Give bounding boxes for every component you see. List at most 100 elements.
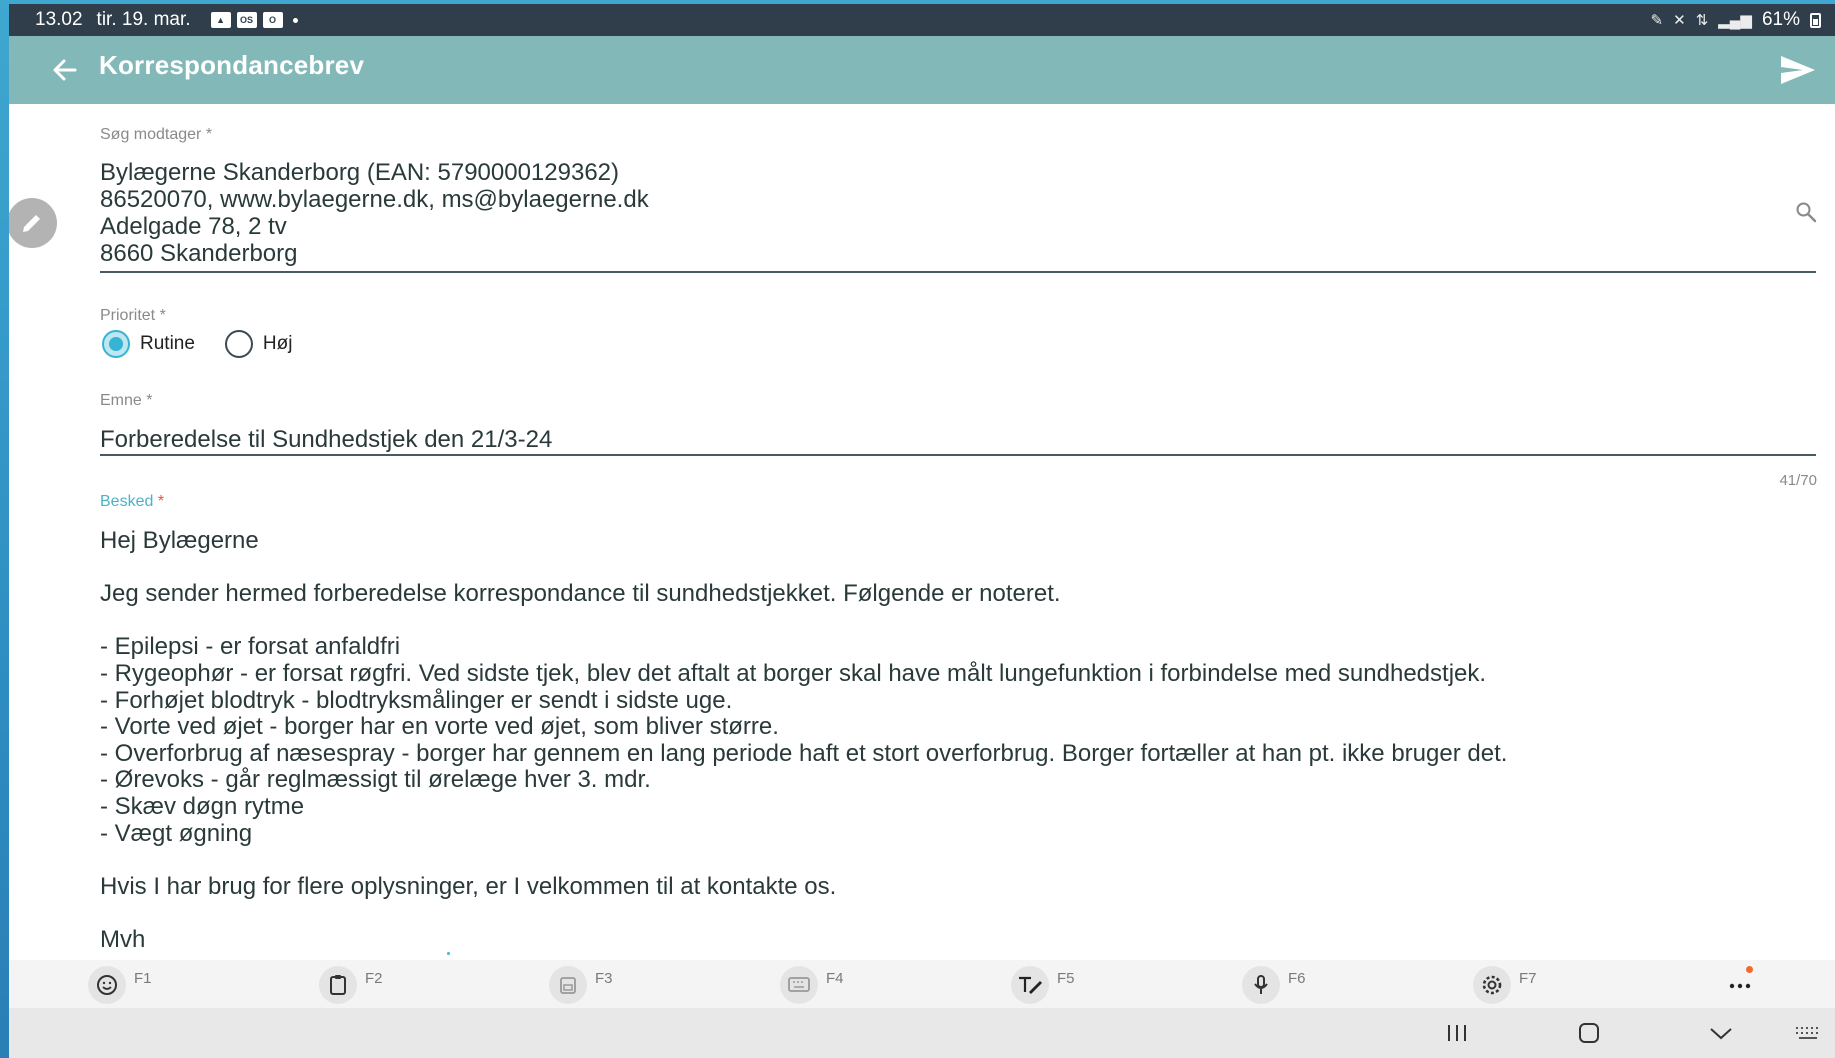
subject-underline [100,454,1816,456]
toolbar-key-label: F3 [595,970,613,987]
message-line: - Rygeophør - er forsat røgfri. Ved sids… [100,659,1487,687]
radio-label: Høj [262,333,293,354]
keyboard-toolbar: F1 F2 F3 F4 F5 F6 F7 [9,960,1835,1008]
system-nav-bar [9,1008,1835,1058]
recipient-label-text: Søg modtager [100,126,202,143]
message-textarea[interactable]: Hej Bylægerne Jeg sender hermed forbered… [100,527,1800,954]
recipient-line: 8660 Skanderborg [100,240,298,267]
pen-status-icon: ✎ [1650,12,1664,29]
battery-icon [1810,12,1821,28]
toolbar-key-label: F7 [1519,970,1537,987]
toolbar-f4-button[interactable]: F4 [780,966,844,1004]
status-time: 13.02 [35,9,83,30]
message-line [100,900,1800,927]
message-line: Jeg sender hermed forberedelse korrespon… [100,580,1061,608]
clipboard-icon [319,966,357,1004]
message-line: Hvis I har brug for flere oplysninger, e… [100,872,837,900]
recent-apps-icon [1448,1025,1466,1041]
message-line: - Ørevoks - går reglmæssigt til ørelæge … [100,766,651,794]
more-notifications-icon [292,17,298,23]
screen: 13.02 tir. 19. mar. ▲ OS O ✎ ✕ ⇅ ▂▄▆ 61%… [9,4,1835,1058]
send-button[interactable] [1773,46,1821,94]
priority-option-hoj[interactable]: Høj [224,330,293,358]
character-counter: 41/70 [1779,472,1817,489]
notification-dot [1746,966,1753,973]
home-button[interactable] [1569,1018,1609,1048]
required-marker: * [157,493,165,510]
recipient-line: 86520070, www.bylaegerne.dk, ms@bylaeger… [100,186,649,213]
required-marker: * [146,392,153,409]
status-bar: 13.02 tir. 19. mar. ▲ OS O ✎ ✕ ⇅ ▂▄▆ 61% [9,4,1835,36]
required-marker: * [159,307,166,324]
toolbar-f1-button[interactable]: F1 [88,966,152,1004]
battery-percent: 61% [1761,9,1800,30]
status-date: tir. 19. mar. [96,9,191,30]
recent-apps-button[interactable] [1437,1018,1477,1048]
recipient-line: Bylægerne Skanderborg (EAN: 579000012936… [100,159,620,186]
edit-fab[interactable] [9,198,57,248]
search-icon[interactable] [1794,200,1818,224]
toolbar-f2-button[interactable]: F2 [319,966,383,1004]
keyboard-icon [780,966,818,1004]
settings-icon [1473,966,1511,1004]
message-line [100,847,1800,874]
back-button[interactable] [43,48,87,92]
toolbar-f6-button[interactable]: F6 [1242,966,1306,1004]
signal-icon: ▂▄▆ [1718,12,1752,29]
form-content: Søg modtager * Bylægerne Skanderborg (EA… [9,104,1835,960]
send-icon [1781,56,1815,84]
toolbar-key-label: F1 [134,970,152,987]
handwriting-icon [1011,966,1049,1004]
subject-label-text: Emne [100,392,142,409]
toolbar-key-label: F4 [826,970,844,987]
toolbar-f3-button[interactable]: F3 [549,966,613,1004]
message-line: - Skæv døgn rytme [100,792,305,820]
arrow-left-icon [53,59,77,81]
5g-icon: ⇅ [1695,12,1709,29]
priority-label-text: Prioritet [100,307,156,324]
more-icon [1721,966,1759,1004]
recipient-field[interactable]: Bylægerne Skanderborg (EAN: 579000012936… [100,159,1800,267]
keyboard-switch-button[interactable] [1791,1018,1825,1048]
radio-checked-icon[interactable] [102,330,130,358]
message-line [100,608,1800,635]
chevron-down-icon [1710,1028,1732,1040]
priority-radio-group: Rutine Høj [102,330,292,358]
message-line [100,555,1800,582]
message-line: - Vorte ved øjet - borger har en vorte v… [100,713,779,741]
recipient-underline [100,271,1816,273]
toolbar-f7-button[interactable]: F7 [1473,966,1537,1004]
toolbar-key-label: F2 [365,970,383,987]
message-line: - Epilepsi - er forsat anfaldfri [100,633,401,661]
toolbar-more-button[interactable] [1721,966,1759,1004]
radio-unchecked-icon[interactable] [224,330,253,358]
toolbar-f5-button[interactable]: F5 [1011,966,1075,1004]
message-line: Mvh [100,925,146,953]
priority-option-rutine[interactable]: Rutine [102,330,195,358]
home-icon [1579,1023,1599,1043]
app-bar: Korrespondancebrev [9,36,1835,104]
toolbar-key-label: F6 [1288,970,1306,987]
microphone-icon [1242,966,1280,1004]
message-line: - Vægt øgning [100,819,253,847]
message-label: Besked * [100,493,164,511]
subject-label: Emne * [100,392,152,410]
required-marker: * [205,126,213,143]
subject-input[interactable]: Forberedelse til Sundhedstjek den 21/3-2… [100,426,552,454]
outlook-notification-icon: O [262,12,283,28]
keyboard-small-icon [1796,1027,1818,1039]
message-line: Hej Bylægerne [100,527,259,554]
gallery-notification-icon: ▲ [210,12,231,28]
priority-label: Prioritet * [100,307,166,325]
hide-keyboard-button[interactable] [1701,1018,1741,1048]
text-cursor-handle [447,952,450,955]
toolbar-key-label: F5 [1057,970,1075,987]
recipient-line: Adelgade 78, 2 tv [100,213,287,240]
pencil-icon [23,215,40,232]
message-line: - Overforbrug af næsespray - borger har … [100,739,1508,767]
emoji-icon [88,966,126,1004]
mute-icon: ✕ [1673,12,1686,29]
message-label-text: Besked [100,493,154,510]
app-notification-icon: OS [236,12,257,28]
one-handed-keyboard-icon [549,966,587,1004]
